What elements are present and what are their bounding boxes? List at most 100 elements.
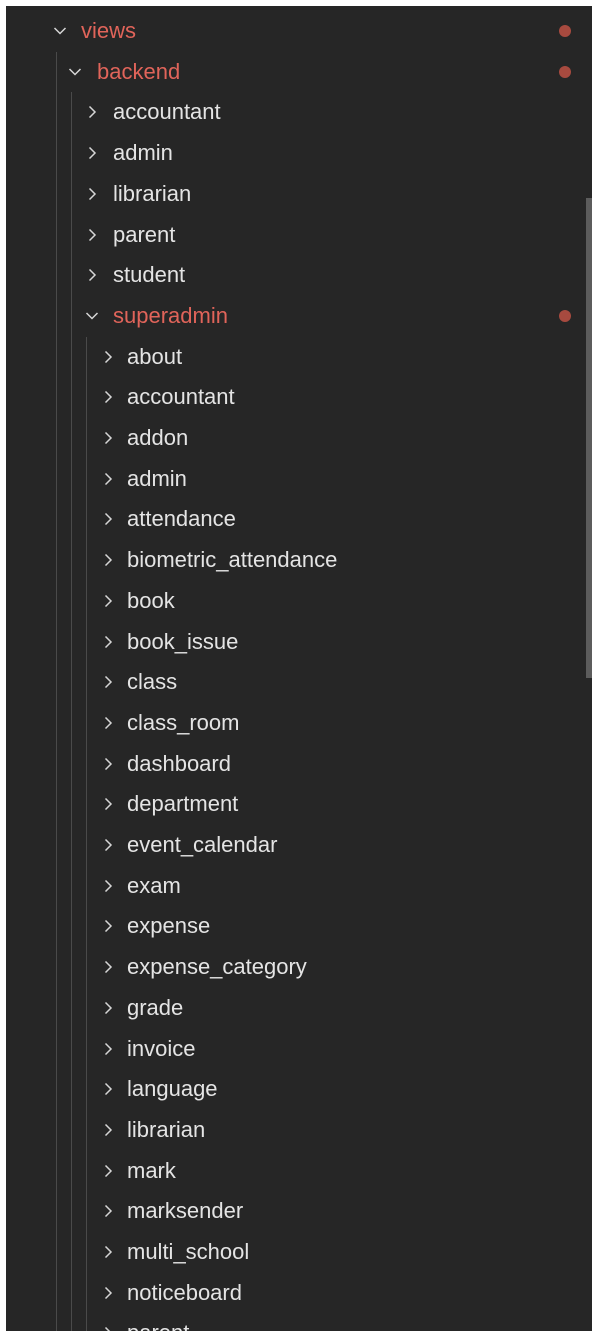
chevron-right-icon[interactable] [99,744,117,784]
chevron-right-icon[interactable] [83,92,101,132]
tree-item-about[interactable]: about [6,337,576,377]
modified-dot-icon [559,65,571,78]
chevron-down-icon[interactable] [51,11,69,51]
chevron-right-icon[interactable] [83,174,101,214]
chevron-right-icon[interactable] [99,540,117,580]
indent-guide [56,51,57,1331]
tree-item-label: backend [97,58,181,84]
tree-item-parent[interactable]: parent [6,1313,576,1331]
tree-item-event-calendar[interactable]: event_calendar [6,825,576,865]
tree-item-department[interactable]: department [6,784,576,824]
chevron-right-icon[interactable] [99,866,117,906]
chevron-right-icon[interactable] [83,255,101,295]
chevron-right-icon[interactable] [99,499,117,539]
tree-item-dashboard[interactable]: dashboard [6,744,576,784]
chevron-right-icon[interactable] [99,581,117,621]
tree-item-label: noticeboard [127,1279,242,1305]
chevron-right-icon[interactable] [99,459,117,499]
chevron-right-icon[interactable] [99,1232,117,1272]
tree-item-label: grade [127,994,184,1020]
tree-item-class-room[interactable]: class_room [6,703,576,743]
tree-item-invoice[interactable]: invoice [6,1029,576,1069]
chevron-right-icon[interactable] [99,622,117,662]
chevron-right-icon[interactable] [99,988,117,1028]
chevron-right-icon[interactable] [99,1029,117,1069]
chevron-right-icon[interactable] [99,418,117,458]
tree-item-label: class [127,669,178,695]
tree-item-label: student [113,262,186,288]
tree-item-addon[interactable]: addon [6,418,576,458]
tree-item-class[interactable]: class [6,662,576,702]
tree-item-label: addon [127,425,189,450]
tree-item-librarian[interactable]: librarian [6,1110,576,1150]
tree-item-mark[interactable]: mark [6,1151,576,1191]
tree-item-expense-category[interactable]: expense_category [6,947,576,987]
tree-item-label: librarian [113,180,192,206]
tree-item-exam[interactable]: exam [6,866,576,906]
chevron-down-icon[interactable] [66,52,84,92]
tree-item-accountant[interactable]: accountant [6,92,576,132]
tree-item-views[interactable]: views [6,11,576,51]
file-explorer-tree: views backend accountant admin librarian pare… [6,6,592,1331]
tree-item-marksender[interactable]: marksender [6,1191,576,1231]
scrollbar-thumb[interactable] [586,198,592,678]
tree-item-label: multi_school [127,1239,250,1264]
tree-item-label: admin [113,140,173,166]
indent-guide [71,92,72,1331]
chevron-right-icon[interactable] [99,784,117,824]
chevron-right-icon[interactable] [99,377,117,417]
chevron-right-icon[interactable] [99,947,117,987]
tree-item-label: biometric_attendance [127,547,338,573]
chevron-right-icon[interactable] [99,337,117,377]
indent-guide [86,336,87,1331]
tree-item-label: marksender [127,1198,244,1224]
tree-item-attendance[interactable]: attendance [6,499,576,539]
tree-item-grade[interactable]: grade [6,988,576,1028]
tree-item-multi-school[interactable]: multi_school [6,1232,576,1272]
tree-item-student[interactable]: student [6,255,576,295]
tree-item-label: mark [127,1157,176,1183]
chevron-right-icon[interactable] [99,906,117,946]
chevron-right-icon[interactable] [83,133,101,173]
tree-item-label: parent [127,1313,189,1331]
tree-item-label: department [127,791,239,817]
tree-item-label: accountant [127,384,235,410]
tree-item-label: invoice [127,1035,196,1061]
chevron-right-icon[interactable] [99,825,117,865]
chevron-right-icon[interactable] [99,1313,117,1331]
tree-item-label: exam [127,872,181,898]
chevron-right-icon[interactable] [99,1191,117,1231]
tree-item-admin[interactable]: admin [6,133,576,173]
tree-item-label: book_issue [127,628,239,654]
tree-item-label: book [127,587,175,613]
tree-item-label: accountant [113,99,221,125]
chevron-right-icon[interactable] [83,215,101,255]
tree-item-admin[interactable]: admin [6,459,576,499]
tree-item-parent[interactable]: parent [6,215,576,255]
tree-item-book[interactable]: book [6,581,576,621]
tree-item-label: language [127,1076,218,1102]
tree-item-accountant[interactable]: accountant [6,377,576,417]
chevron-right-icon[interactable] [99,1110,117,1150]
tree-item-superadmin[interactable]: superadmin [6,296,576,336]
tree-item-label: expense_category [127,954,307,980]
tree-item-backend[interactable]: backend [6,52,576,92]
chevron-right-icon[interactable] [99,1069,117,1109]
chevron-down-icon[interactable] [83,296,101,336]
tree-item-label: class_room [127,709,240,735]
chevron-right-icon[interactable] [99,1273,117,1313]
tree-item-label: about [127,343,183,369]
tree-item-label: librarian [127,1116,206,1142]
tree-item-book-issue[interactable]: book_issue [6,622,576,662]
tree-item-expense[interactable]: expense [6,906,576,946]
chevron-right-icon[interactable] [99,662,117,702]
tree-item-language[interactable]: language [6,1069,576,1109]
tree-item-biometric-attendance[interactable]: biometric_attendance [6,540,576,580]
tree-item-label: attendance [127,506,236,532]
tree-item-librarian[interactable]: librarian [6,174,576,214]
chevron-right-icon[interactable] [99,1151,117,1191]
tree-item-noticeboard[interactable]: noticeboard [6,1273,576,1313]
chevron-right-icon[interactable] [99,703,117,743]
tree-item-label: dashboard [127,750,231,776]
modified-dot-icon [559,25,571,37]
